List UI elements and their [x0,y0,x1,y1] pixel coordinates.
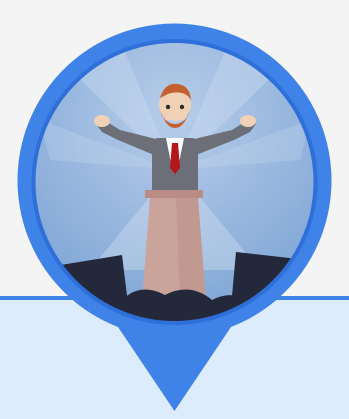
illustration-scene [0,0,349,419]
location-pin-icon [17,23,332,411]
podium [142,190,206,300]
